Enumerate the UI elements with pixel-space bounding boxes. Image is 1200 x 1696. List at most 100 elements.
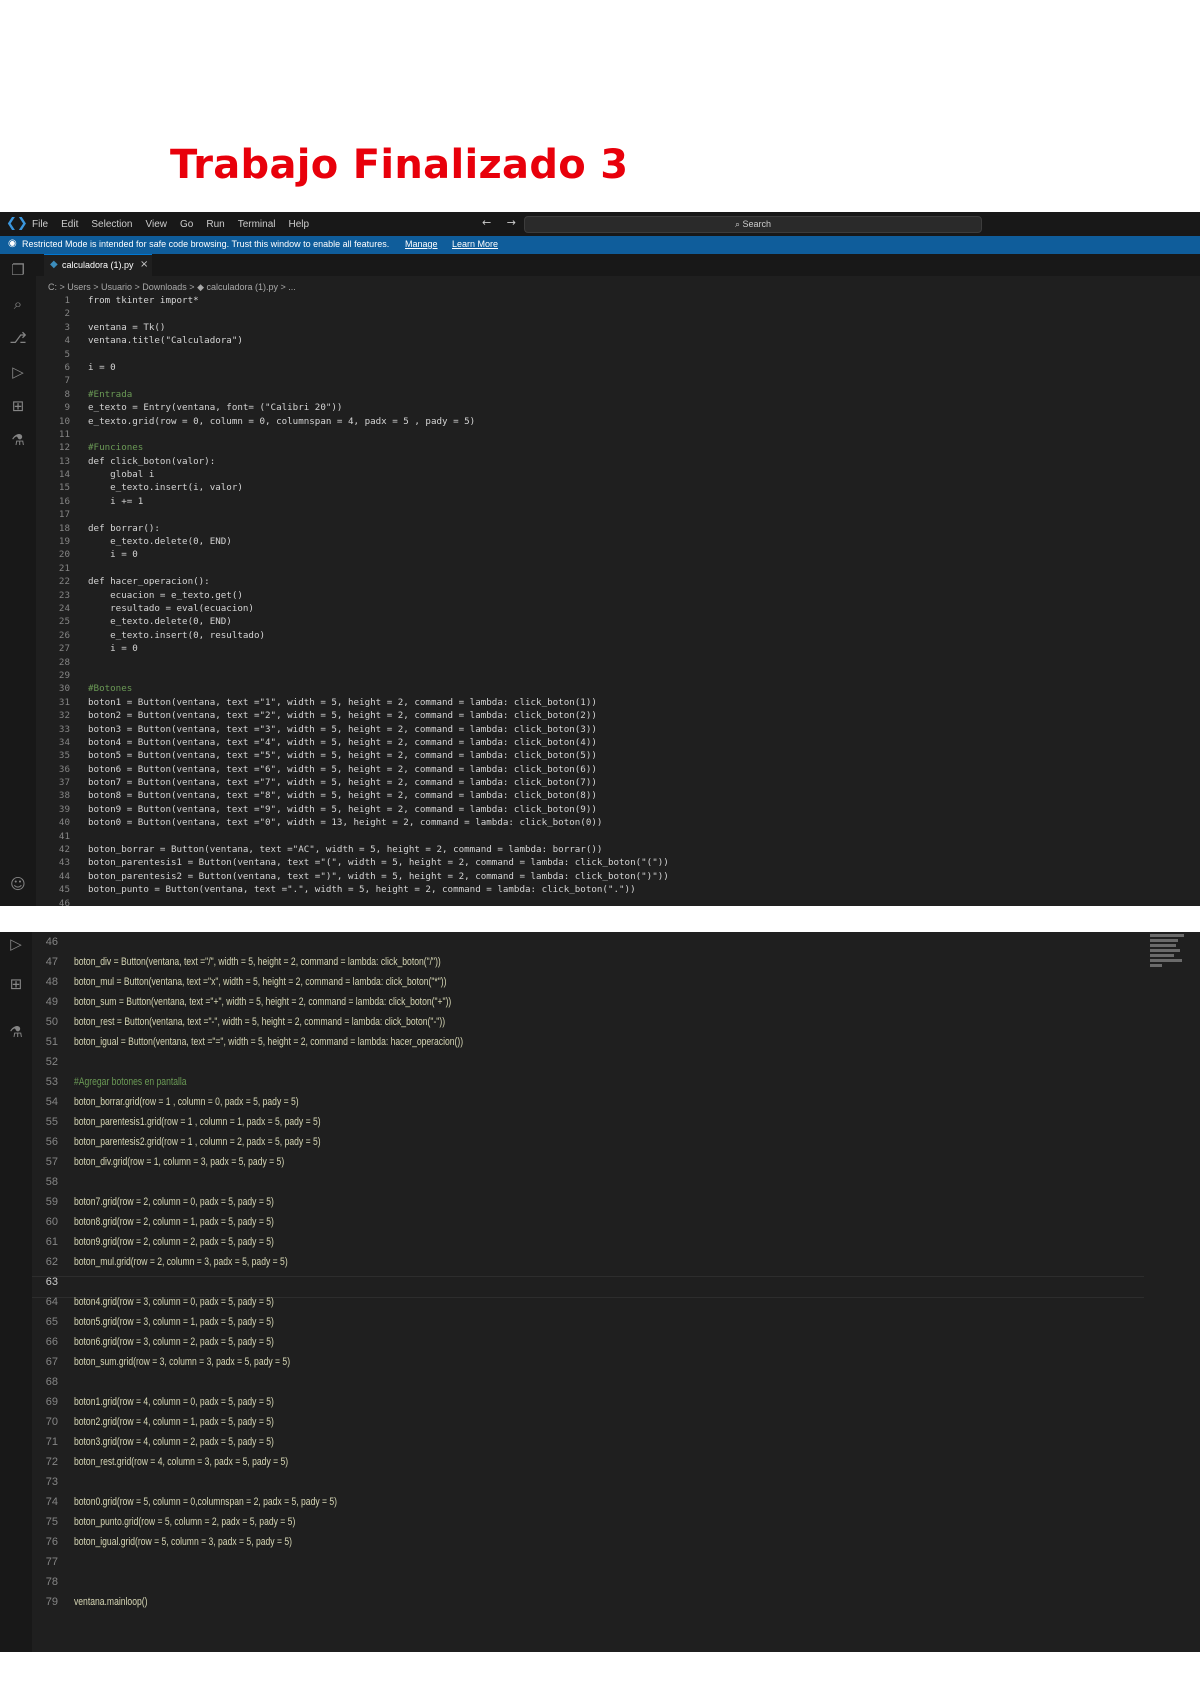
code-line[interactable]: 23 ecuacion = e_texto.get() xyxy=(36,589,1200,602)
minimap[interactable] xyxy=(1150,932,1186,992)
back-forward-arrows-icon[interactable]: ← → xyxy=(482,216,522,229)
code-line[interactable]: 6 i = 0 xyxy=(36,361,1200,374)
code-line[interactable]: 14 global i xyxy=(36,468,1200,481)
run-debug-icon[interactable]: ▷ xyxy=(8,362,28,382)
code-line[interactable]: 61 boton9.grid(row = 2, column = 2, padx … xyxy=(32,1232,1144,1252)
code-line[interactable]: 75 boton_punto.grid(row = 5, column = 2, … xyxy=(32,1512,1144,1532)
code-line[interactable]: 50 boton_rest = Button(ventana, text ="-"… xyxy=(32,1012,1144,1032)
code-line[interactable]: 45 boton_punto = Button(ventana, text =".… xyxy=(36,883,1200,896)
code-line[interactable]: 46 xyxy=(36,897,1200,906)
code-line[interactable]: 48 boton_mul = Button(ventana, text ="x",… xyxy=(32,972,1144,992)
code-line[interactable]: 1 from tkinter import* xyxy=(36,294,1200,307)
code-line[interactable]: 54 boton_borrar.grid(row = 1 , column = 0… xyxy=(32,1092,1144,1112)
menu-edit[interactable]: Edit xyxy=(61,219,78,230)
code-line[interactable]: 78 xyxy=(32,1572,1144,1592)
code-line[interactable]: 33 boton3 = Button(ventana, text ="3", wi… xyxy=(36,723,1200,736)
code-line[interactable]: 19 e_texto.delete(0, END) xyxy=(36,535,1200,548)
code-line[interactable]: 49 boton_sum = Button(ventana, text ="+",… xyxy=(32,992,1144,1012)
code-line[interactable]: 25 e_texto.delete(0, END) xyxy=(36,615,1200,628)
code-line[interactable]: 66 boton6.grid(row = 3, column = 2, padx … xyxy=(32,1332,1144,1352)
run-debug-icon[interactable]: ▷ xyxy=(6,934,26,954)
code-line[interactable]: 11 xyxy=(36,428,1200,441)
code-editor-1[interactable]: 1 from tkinter import* 2 3 ventana = Tk() 4 ve… xyxy=(36,294,1200,906)
extensions-icon[interactable]: ⊞ xyxy=(6,974,26,994)
code-line[interactable]: 79 ventana.mainloop() xyxy=(32,1592,1144,1612)
code-line[interactable]: 56 boton_parentesis2.grid(row = 1 , colum… xyxy=(32,1132,1144,1152)
code-line[interactable]: 46 xyxy=(32,932,1144,952)
code-line[interactable]: 31 boton1 = Button(ventana, text ="1", wi… xyxy=(36,696,1200,709)
code-line[interactable]: 35 boton5 = Button(ventana, text ="5", wi… xyxy=(36,749,1200,762)
code-line[interactable]: 63 xyxy=(32,1272,1144,1292)
source-control-icon[interactable]: ⎇ xyxy=(8,328,28,348)
code-line[interactable]: 76 boton_igual.grid(row = 5, column = 3, … xyxy=(32,1532,1144,1552)
code-line[interactable]: 36 boton6 = Button(ventana, text ="6", wi… xyxy=(36,763,1200,776)
code-line[interactable]: 8 #Entrada xyxy=(36,388,1200,401)
testing-icon[interactable]: ⚗ xyxy=(6,1022,26,1042)
menu-help[interactable]: Help xyxy=(289,219,310,230)
code-line[interactable]: 43 boton_parentesis1 = Button(ventana, te… xyxy=(36,856,1200,869)
code-line[interactable]: 40 boton0 = Button(ventana, text ="0", wi… xyxy=(36,816,1200,829)
code-line[interactable]: 72 boton_rest.grid(row = 4, column = 3, p… xyxy=(32,1452,1144,1472)
code-line[interactable]: 22 def hacer_operacion(): xyxy=(36,575,1200,588)
search-icon[interactable]: ⌕ xyxy=(8,294,28,314)
code-line[interactable]: 53 #Agregar botones en pantalla xyxy=(32,1072,1144,1092)
code-line[interactable]: 5 xyxy=(36,348,1200,361)
extensions-icon[interactable]: ⊞ xyxy=(8,396,28,416)
tab-calculadora[interactable]: ◆ calculadora (1).py × xyxy=(44,254,152,277)
code-line[interactable]: 9 e_texto = Entry(ventana, font= ("Calibr… xyxy=(36,401,1200,414)
manage-link[interactable]: Manage xyxy=(405,239,438,249)
code-line[interactable]: 47 boton_div = Button(ventana, text ="/",… xyxy=(32,952,1144,972)
code-line[interactable]: 2 xyxy=(36,307,1200,320)
code-line[interactable]: 24 resultado = eval(ecuacion) xyxy=(36,602,1200,615)
code-line[interactable]: 16 i += 1 xyxy=(36,495,1200,508)
code-line[interactable]: 62 boton_mul.grid(row = 2, column = 3, pa… xyxy=(32,1252,1144,1272)
code-line[interactable]: 59 boton7.grid(row = 2, column = 0, padx … xyxy=(32,1192,1144,1212)
code-line[interactable]: 55 boton_parentesis1.grid(row = 1 , colum… xyxy=(32,1112,1144,1132)
code-editor-2[interactable]: 46 47 boton_div = Button(ventana, text ="/… xyxy=(32,932,1144,1612)
code-line[interactable]: 42 boton_borrar = Button(ventana, text ="… xyxy=(36,843,1200,856)
code-line[interactable]: 77 xyxy=(32,1552,1144,1572)
code-line[interactable]: 74 boton0.grid(row = 5, column = 0,column… xyxy=(32,1492,1144,1512)
close-icon[interactable]: × xyxy=(140,259,148,270)
testing-icon[interactable]: ⚗ xyxy=(8,430,28,450)
code-line[interactable]: 28 xyxy=(36,656,1200,669)
code-line[interactable]: 17 xyxy=(36,508,1200,521)
code-line[interactable]: 39 boton9 = Button(ventana, text ="9", wi… xyxy=(36,803,1200,816)
code-line[interactable]: 67 boton_sum.grid(row = 3, column = 3, pa… xyxy=(32,1352,1144,1372)
menu-selection[interactable]: Selection xyxy=(91,219,132,230)
learn-more-link[interactable]: Learn More xyxy=(452,239,498,249)
code-line[interactable]: 13 def click_boton(valor): xyxy=(36,455,1200,468)
code-line[interactable]: 68 xyxy=(32,1372,1144,1392)
code-line[interactable]: 71 boton3.grid(row = 4, column = 2, padx … xyxy=(32,1432,1144,1452)
code-line[interactable]: 27 i = 0 xyxy=(36,642,1200,655)
code-line[interactable]: 44 boton_parentesis2 = Button(ventana, te… xyxy=(36,870,1200,883)
code-line[interactable]: 34 boton4 = Button(ventana, text ="4", wi… xyxy=(36,736,1200,749)
menu-file[interactable]: File xyxy=(32,219,48,230)
code-line[interactable]: 52 xyxy=(32,1052,1144,1072)
code-line[interactable]: 70 boton2.grid(row = 4, column = 1, padx … xyxy=(32,1412,1144,1432)
code-line[interactable]: 58 xyxy=(32,1172,1144,1192)
menu-go[interactable]: Go xyxy=(180,219,193,230)
code-line[interactable]: 15 e_texto.insert(i, valor) xyxy=(36,481,1200,494)
code-line[interactable]: 41 xyxy=(36,830,1200,843)
code-line[interactable]: 7 xyxy=(36,374,1200,387)
explorer-icon[interactable]: ❐ xyxy=(8,260,28,280)
account-icon[interactable]: ☺ xyxy=(8,874,28,894)
code-line[interactable]: 65 boton5.grid(row = 3, column = 1, padx … xyxy=(32,1312,1144,1332)
code-line[interactable]: 26 e_texto.insert(0, resultado) xyxy=(36,629,1200,642)
code-line[interactable]: 29 xyxy=(36,669,1200,682)
code-line[interactable]: 3 ventana = Tk() xyxy=(36,321,1200,334)
code-line[interactable]: 32 boton2 = Button(ventana, text ="2", wi… xyxy=(36,709,1200,722)
menu-terminal[interactable]: Terminal xyxy=(238,219,276,230)
command-search-input[interactable]: ⌕ Search xyxy=(524,216,982,233)
code-line[interactable]: 51 boton_igual = Button(ventana, text ="=… xyxy=(32,1032,1144,1052)
code-line[interactable]: 60 boton8.grid(row = 2, column = 1, padx … xyxy=(32,1212,1144,1232)
code-line[interactable]: 10 e_texto.grid(row = 0, column = 0, colu… xyxy=(36,415,1200,428)
code-line[interactable]: 4 ventana.title("Calculadora") xyxy=(36,334,1200,347)
code-line[interactable]: 73 xyxy=(32,1472,1144,1492)
menu-view[interactable]: View xyxy=(146,219,168,230)
menu-run[interactable]: Run xyxy=(206,219,224,230)
code-line[interactable]: 38 boton8 = Button(ventana, text ="8", wi… xyxy=(36,789,1200,802)
code-line[interactable]: 12 #Funciones xyxy=(36,441,1200,454)
code-line[interactable]: 69 boton1.grid(row = 4, column = 0, padx … xyxy=(32,1392,1144,1412)
